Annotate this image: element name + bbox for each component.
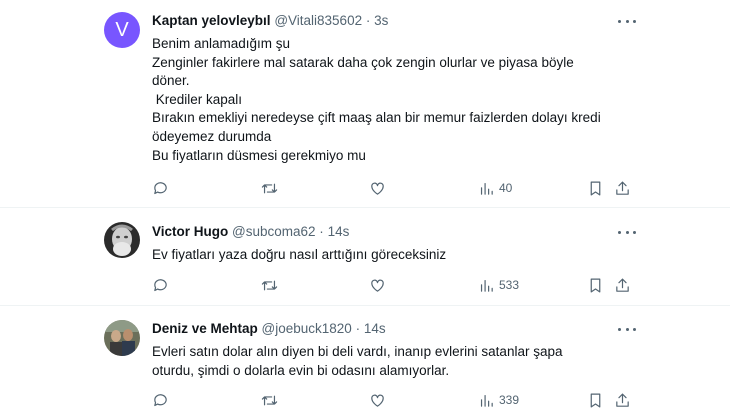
- tweet-header: Kaptan yelovleybıl @Vitali835602 · 3s: [152, 13, 388, 28]
- timestamp[interactable]: 14s: [328, 224, 350, 239]
- retweet-icon: [261, 395, 278, 405]
- timestamp[interactable]: 3s: [374, 13, 388, 28]
- action-bar: 339: [0, 390, 730, 410]
- retweet-button[interactable]: [261, 390, 278, 410]
- avatar-photo: [104, 320, 140, 356]
- heart-icon: [371, 182, 384, 195]
- bookmark-icon: [590, 181, 601, 195]
- like-button[interactable]: [369, 178, 386, 198]
- tweet-line: Zenginler fakirlere mal satarak daha çok…: [152, 54, 578, 89]
- display-name[interactable]: Kaptan yelovleybıl: [152, 13, 271, 28]
- avatar[interactable]: V: [104, 12, 140, 48]
- display-name[interactable]: Victor Hugo: [152, 224, 228, 239]
- retweet-icon: [261, 280, 278, 290]
- share-icon: [616, 393, 629, 407]
- views-button[interactable]: 533: [478, 275, 519, 295]
- action-bar: 533: [0, 275, 730, 295]
- tweet-line: Bırakın emekliyi neredeyse çift maaş ala…: [152, 110, 605, 144]
- bookmark-button[interactable]: [587, 178, 604, 198]
- views-count: 339: [499, 393, 520, 407]
- share-icon: [616, 278, 629, 292]
- tweet-line: Evleri satın dolar alın diyen bi deli va…: [152, 344, 567, 378]
- display-name[interactable]: Deniz ve Mehtap: [152, 321, 258, 336]
- share-button[interactable]: [614, 390, 631, 410]
- reply-icon: [154, 278, 167, 291]
- retweet-icon: [261, 183, 278, 193]
- bookmark-icon: [590, 393, 601, 407]
- tweet-2[interactable]: Victor Hugo @subcoma62 · 14s Ev fiyatlar…: [0, 208, 730, 304]
- more-options-icon[interactable]: [618, 321, 636, 337]
- separator-dot: ·: [319, 224, 324, 239]
- heart-icon: [371, 279, 384, 292]
- action-bar: 40: [0, 178, 730, 198]
- retweet-button[interactable]: [261, 178, 278, 198]
- share-icon: [616, 181, 629, 195]
- share-button[interactable]: [614, 178, 631, 198]
- views-count: 40: [499, 181, 513, 195]
- separator-dot: ·: [365, 13, 371, 28]
- tweet-3[interactable]: Deniz ve Mehtap @joebuck1820 · 14s Evler…: [0, 306, 730, 420]
- views-count: 533: [499, 278, 520, 292]
- reply-button[interactable]: [152, 390, 169, 410]
- tweet-line: Krediler kapalı: [152, 91, 243, 107]
- views-chart-icon: [480, 279, 493, 292]
- separator-dot: ·: [355, 321, 361, 336]
- reply-button[interactable]: [152, 178, 169, 198]
- heart-icon: [371, 394, 384, 407]
- bookmark-button[interactable]: [587, 275, 604, 295]
- user-handle[interactable]: @joebuck1820: [262, 321, 352, 336]
- tweet-line: Ev fiyatları yaza doğru nasıl arttığını …: [152, 247, 447, 262]
- views-chart-icon: [480, 182, 493, 195]
- more-options-icon[interactable]: [618, 13, 636, 29]
- avatar-letter: V: [115, 18, 129, 41]
- user-handle[interactable]: @Vitali835602: [274, 13, 362, 28]
- avatar-photo: [104, 222, 140, 258]
- share-button[interactable]: [614, 275, 631, 295]
- reply-icon: [154, 181, 167, 194]
- views-button[interactable]: 40: [478, 178, 512, 198]
- tweet-text: Evleri satın dolar alın diyen bi deli va…: [152, 343, 607, 380]
- bookmark-icon: [590, 278, 601, 292]
- tweet-line: Bu fiyatların düsmesi gerekmiyo mu: [152, 147, 366, 163]
- avatar[interactable]: [104, 222, 140, 258]
- more-options-icon[interactable]: [618, 224, 636, 240]
- tweet-line: Benim anlamadığım şu: [152, 36, 291, 51]
- tweet-text: Benim anlamadığım şu Zenginler fakirlere…: [152, 35, 612, 165]
- tweet-1[interactable]: V Kaptan yelovleybıl @Vitali835602 · 3s …: [0, 0, 730, 205]
- views-chart-icon: [480, 394, 493, 407]
- reply-icon: [154, 393, 167, 406]
- retweet-button[interactable]: [261, 275, 278, 295]
- bookmark-button[interactable]: [587, 390, 604, 410]
- views-button[interactable]: 339: [478, 390, 519, 410]
- tweet-header: Victor Hugo @subcoma62 · 14s: [152, 224, 349, 239]
- like-button[interactable]: [369, 275, 386, 295]
- tweet-text: Ev fiyatları yaza doğru nasıl arttığını …: [152, 246, 612, 265]
- user-handle[interactable]: @subcoma62: [232, 224, 316, 239]
- reply-button[interactable]: [152, 275, 169, 295]
- tweet-header: Deniz ve Mehtap @joebuck1820 · 14s: [152, 321, 386, 336]
- like-button[interactable]: [369, 390, 386, 410]
- avatar[interactable]: [104, 320, 140, 356]
- timestamp[interactable]: 14s: [364, 321, 386, 336]
